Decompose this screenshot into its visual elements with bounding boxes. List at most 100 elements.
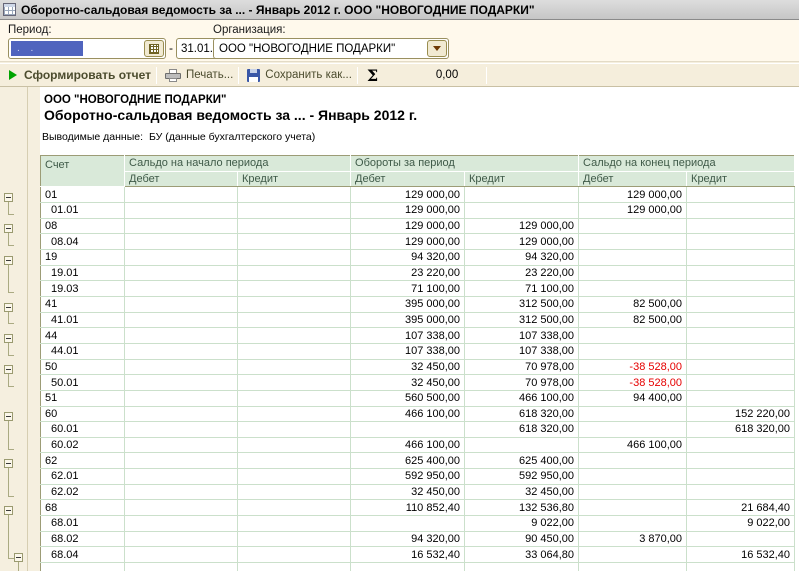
cell-value[interactable]: 395 000,00 — [350, 312, 466, 329]
cell-value[interactable] — [237, 186, 352, 203]
cell-value[interactable]: 9 022,00 — [686, 515, 796, 532]
cell-value[interactable] — [237, 452, 352, 470]
cell-value[interactable] — [464, 437, 580, 454]
cell-value[interactable] — [686, 531, 796, 548]
table-row[interactable]: 44.01 107 338,00 107 338,00 — [40, 343, 796, 360]
cell-value[interactable]: 129 000,00 — [464, 218, 580, 235]
cell-value[interactable] — [237, 296, 352, 313]
table-row[interactable]: 44 107 338,00 107 338,00 — [40, 327, 796, 344]
table-row[interactable]: 01 129 000,00 129 000,00 — [40, 186, 796, 203]
cell-account[interactable]: 68.02 — [40, 531, 125, 548]
cell-value[interactable]: 312 500,00 — [464, 312, 580, 329]
cell-value[interactable]: 466 100,00 — [350, 406, 466, 423]
cell-value[interactable] — [124, 280, 238, 297]
cell-value[interactable]: 129 000,00 — [578, 186, 688, 203]
cell-value[interactable] — [686, 249, 796, 266]
period-from-calendar-button[interactable] — [144, 40, 164, 57]
cell-value[interactable]: 32 450,00 — [464, 484, 580, 501]
cell-value[interactable]: 110 852,40 — [350, 499, 466, 517]
cell-value[interactable] — [124, 437, 238, 454]
cell-value[interactable]: 152 220,00 — [686, 406, 796, 423]
cell-value[interactable] — [237, 374, 352, 391]
cell-value[interactable] — [124, 484, 238, 501]
cell-value[interactable]: 94 400,00 — [578, 390, 688, 407]
cell-value[interactable]: 32 450,00 — [350, 374, 466, 391]
tree-collapse-icon[interactable] — [4, 333, 13, 343]
cell-value[interactable]: 82 500,00 — [578, 296, 688, 313]
cell-value[interactable] — [350, 421, 466, 438]
cell-value[interactable] — [686, 312, 796, 329]
cell-value[interactable] — [578, 265, 688, 282]
cell-account[interactable]: 41 — [40, 296, 125, 313]
cell-value[interactable] — [686, 484, 796, 501]
cell-value[interactable] — [124, 249, 238, 266]
cell-value[interactable]: 21 684,40 — [686, 499, 796, 517]
cell-value[interactable] — [237, 515, 352, 532]
cell-value[interactable]: 70 978,00 — [464, 359, 580, 376]
cell-value[interactable] — [578, 562, 688, 571]
cell-value[interactable]: 70 978,00 — [464, 374, 580, 391]
cell-value[interactable]: 625 400,00 — [350, 452, 466, 470]
cell-value[interactable] — [686, 359, 796, 376]
cell-account[interactable]: 44 — [40, 327, 125, 344]
cell-account[interactable]: 60.01 — [40, 421, 125, 438]
cell-value[interactable] — [578, 406, 688, 423]
cell-value[interactable] — [237, 359, 352, 376]
tree-collapse-icon[interactable] — [4, 255, 13, 265]
cell-value[interactable] — [686, 280, 796, 297]
cell-account[interactable]: 44.01 — [40, 343, 125, 360]
cell-value[interactable]: 94 320,00 — [350, 249, 466, 266]
cell-value[interactable] — [124, 390, 238, 407]
cell-value[interactable] — [686, 390, 796, 407]
cell-value[interactable] — [124, 562, 238, 571]
cell-account[interactable] — [40, 562, 125, 571]
cell-value[interactable] — [124, 233, 238, 250]
cell-value[interactable]: 466 100,00 — [464, 390, 580, 407]
cell-value[interactable]: 618 320,00 — [464, 406, 580, 423]
cell-value[interactable] — [124, 515, 238, 532]
cell-account[interactable]: 68.01 — [40, 515, 125, 532]
cell-value[interactable] — [124, 265, 238, 282]
save-as-button[interactable]: Сохранить как... — [265, 69, 352, 81]
cell-value[interactable]: 94 320,00 — [464, 249, 580, 266]
cell-value[interactable]: 33 064,80 — [464, 546, 580, 564]
cell-account[interactable]: 62.01 — [40, 468, 125, 485]
cell-value[interactable] — [686, 202, 796, 219]
table-row[interactable]: 68.04 16 532,40 33 064,80 16 532,40 — [40, 546, 796, 564]
cell-value[interactable]: 3 870,00 — [578, 531, 688, 548]
table-row[interactable]: 68.02 94 320,00 90 450,00 3 870,00 — [40, 531, 796, 548]
cell-value[interactable]: 94 320,00 — [350, 531, 466, 548]
cell-value[interactable] — [578, 484, 688, 501]
table-row[interactable]: 08 129 000,00 129 000,00 — [40, 218, 796, 235]
cell-value[interactable] — [578, 280, 688, 297]
cell-account[interactable]: 01 — [40, 186, 125, 203]
tree-collapse-icon[interactable] — [14, 553, 23, 563]
cell-value[interactable]: 107 338,00 — [350, 343, 466, 360]
cell-value[interactable]: 466 100,00 — [578, 437, 688, 454]
table-row[interactable]: 62.02 32 450,00 32 450,00 — [40, 484, 796, 501]
cell-value[interactable] — [237, 499, 352, 517]
cell-value[interactable] — [237, 437, 352, 454]
table-row[interactable]: 60.01 618 320,00 618 320,00 — [40, 421, 796, 438]
tree-collapse-icon[interactable] — [4, 412, 13, 422]
cell-value[interactable] — [578, 515, 688, 532]
cell-value[interactable] — [578, 452, 688, 470]
cell-account[interactable]: 50 — [40, 359, 125, 376]
cell-value[interactable] — [124, 531, 238, 548]
cell-value[interactable]: 32 450,00 — [350, 359, 466, 376]
cell-value[interactable]: 312 500,00 — [464, 296, 580, 313]
cell-account[interactable]: 60 — [40, 406, 125, 423]
cell-value[interactable]: 23 220,00 — [350, 265, 466, 282]
organization-select[interactable]: ООО "НОВОГОДНИЕ ПОДАРКИ" — [213, 38, 449, 59]
cell-value[interactable] — [124, 327, 238, 344]
cell-value[interactable]: 129 000,00 — [350, 202, 466, 219]
titlebar[interactable]: Оборотно-сальдовая ведомость за ... - Ян… — [0, 0, 799, 20]
cell-value[interactable] — [124, 406, 238, 423]
cell-value[interactable] — [237, 249, 352, 266]
cell-value[interactable]: 592 950,00 — [464, 468, 580, 485]
cell-value[interactable] — [578, 499, 688, 517]
cell-account[interactable]: 41.01 — [40, 312, 125, 329]
table-row[interactable]: 60.02 466 100,00 466 100,00 — [40, 437, 796, 454]
table-row[interactable]: 62 625 400,00 625 400,00 — [40, 452, 796, 470]
cell-value[interactable]: 107 338,00 — [464, 343, 580, 360]
